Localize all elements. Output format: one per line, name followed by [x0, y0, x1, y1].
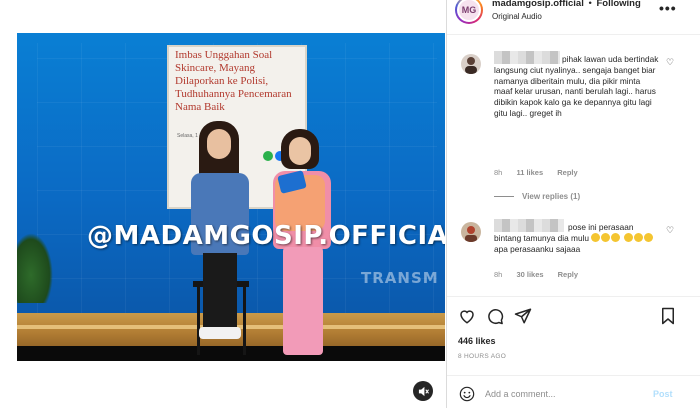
stool-leg	[243, 287, 246, 355]
commenter-avatar[interactable]	[461, 54, 481, 74]
add-comment-bar: Post	[447, 375, 700, 409]
comment-text-part: apa perasaanku sajaaa	[494, 243, 581, 254]
post-header: MG madamgosip.official • Following Origi…	[447, 0, 700, 35]
host-face	[289, 137, 311, 165]
likes-count[interactable]: 446 likes	[458, 336, 496, 346]
bookmark-icon[interactable]	[659, 307, 677, 325]
more-options-icon[interactable]: •••	[659, 0, 677, 16]
post-video[interactable]: Imbas Unggahan Soal Skincare, Mayang Dil…	[17, 33, 445, 361]
audio-link[interactable]: Original Audio	[492, 12, 542, 21]
view-replies-label: View replies (1)	[522, 192, 581, 201]
person-avatar-icon	[465, 57, 477, 74]
person-avatar-icon	[465, 226, 477, 242]
comment-input[interactable]	[485, 385, 645, 403]
plant	[17, 233, 53, 303]
comment-time: 8h	[494, 168, 503, 177]
share-icon[interactable]	[514, 307, 532, 325]
mute-button[interactable]	[413, 381, 433, 401]
floor-edge	[17, 346, 445, 361]
reply-button[interactable]: Reply	[558, 270, 578, 279]
tv-channel-logo: TRANSM	[361, 269, 439, 287]
comment-icon[interactable]	[486, 307, 504, 325]
smile-emoji-icon	[611, 232, 621, 242]
post-author: madamgosip.official • Following	[492, 0, 641, 9]
guest-shoes	[199, 327, 241, 339]
profile-avatar[interactable]: MG	[455, 0, 483, 24]
speaker-muted-icon	[418, 386, 429, 396]
comment-meta: 8h 11 likes Reply	[494, 168, 590, 177]
comment-text: pose ini perasaan bintang tamunya dia mu…	[494, 222, 659, 254]
comment-like-icon[interactable]: ♡	[666, 57, 674, 68]
smile-emoji-icon	[643, 232, 653, 242]
following-button[interactable]: Following	[596, 0, 640, 9]
post-comment-button[interactable]: Post	[653, 389, 673, 399]
heart-icon[interactable]	[458, 307, 476, 325]
emoji-icon[interactable]	[459, 386, 475, 402]
guest-face	[207, 129, 231, 159]
smile-emoji-icon	[591, 232, 601, 242]
comment-likes[interactable]: 11 likes	[516, 168, 543, 177]
whatsapp-icon	[263, 151, 273, 161]
post-time: 8 HOURS AGO	[458, 353, 507, 360]
smile-emoji-icon	[601, 232, 611, 242]
divider-line	[494, 196, 514, 198]
smile-emoji-icon	[623, 232, 633, 242]
separator-dot: •	[588, 0, 592, 9]
comment-meta: 8h 30 likes Reply	[494, 270, 590, 279]
comment-time: 8h	[494, 270, 503, 279]
comment-like-icon[interactable]: ♡	[666, 225, 674, 236]
commenter-avatar[interactable]	[461, 222, 481, 242]
stool-leg	[197, 287, 200, 355]
news-headline: Imbas Unggahan Soal Skincare, Mayang Dil…	[175, 49, 292, 113]
video-watermark: @MADAMGOSIP.OFFICIAL	[87, 221, 445, 251]
comment-likes[interactable]: 30 likes	[516, 270, 543, 279]
view-replies-button[interactable]: View replies (1)	[494, 192, 580, 201]
smile-emoji-icon	[633, 232, 643, 242]
username-link[interactable]: madamgosip.official	[492, 0, 584, 9]
post-side-panel: MG madamgosip.official • Following Origi…	[446, 0, 700, 408]
comment-text: pihak lawan uda bertindak langsung ciut …	[494, 54, 659, 118]
reply-button[interactable]: Reply	[557, 168, 577, 177]
host-legs	[283, 247, 323, 355]
guest-legs	[203, 253, 237, 329]
avatar-image: MG	[457, 0, 481, 22]
